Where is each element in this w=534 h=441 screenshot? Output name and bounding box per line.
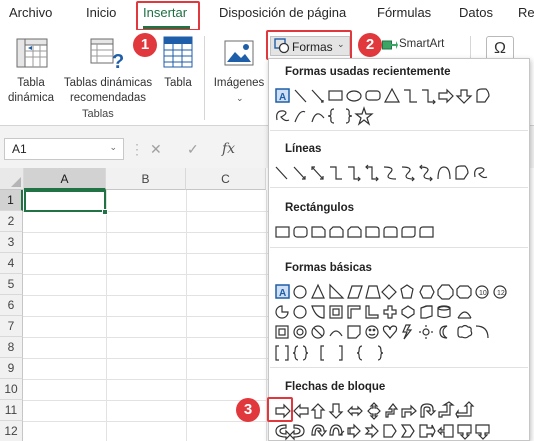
gridline [23,253,268,254]
row-header-5[interactable]: 5 [0,274,23,295]
active-cell-a1[interactable] [24,190,106,212]
section-divider [270,367,528,368]
fill-handle[interactable] [102,209,108,215]
row-header-4[interactable]: 4 [0,253,23,274]
gridline [23,232,268,233]
gridline [23,295,268,296]
row-header-10[interactable]: 10 [0,379,23,400]
tab-datos[interactable]: Datos [459,5,493,20]
svg-text:A: A [279,288,286,299]
row-header-1[interactable]: 1 [0,190,23,211]
recommended-label-line1: Tablas dinámicas [63,77,153,89]
recommended-label-line2: recomendadas [69,92,147,104]
name-box-value: A1 [12,142,27,156]
images-dropdown-icon: ⌄ [236,93,244,103]
basic-shapes-row-4[interactable] [272,343,528,363]
pivot-label-line2: dinámica [7,92,55,104]
recent-shapes-row-1[interactable]: A [272,86,528,106]
lines-row[interactable] [272,163,528,183]
select-all-icon [11,177,21,187]
select-all-corner[interactable] [0,168,24,190]
gridline [186,190,187,441]
pivot-label-line1: Tabla [17,77,45,89]
images-label: Imágenes [213,77,265,89]
smartart-label: SmartArt [399,38,445,50]
omega-icon: Ω [494,40,506,57]
smartart-icon [382,40,398,50]
pivot-table-icon [16,38,48,68]
section-title-rectangles: Rectángulos [285,202,355,214]
step-badge-1: 1 [133,33,157,57]
tab-disposicion[interactable]: Disposición de página [219,5,346,20]
section-title-basic: Formas básicas [285,262,372,274]
callout-box-insertar [136,1,200,31]
group-separator [204,36,205,120]
basic-shapes-row-1[interactable]: A 10 12 [272,282,528,302]
table-button[interactable]: Tabla [158,36,198,106]
table-label: Tabla [164,77,192,89]
section-title-recent: Formas usadas recientemente [285,66,451,78]
row-header-12[interactable]: 12 [0,421,23,441]
row-header-11[interactable]: 11 [0,400,23,421]
formula-bar-dots-icon: ⋮ [130,141,144,157]
section-divider [270,130,528,131]
section-divider [270,187,528,188]
svg-text:A: A [279,92,286,103]
basic-shapes-row-2[interactable] [272,302,528,322]
image-icon [224,40,254,66]
basic-shapes-row-3[interactable] [272,322,528,342]
block-arrows-row-2[interactable] [272,421,528,441]
section-title-lines: Líneas [285,143,322,155]
row-header-7[interactable]: 7 [0,316,23,337]
recommended-pivot-icon: ? [90,38,124,70]
column-header-b[interactable]: B [106,168,186,190]
row-header-6[interactable]: 6 [0,295,23,316]
row-header-9[interactable]: 9 [0,358,23,379]
svg-text:12: 12 [497,290,505,297]
gridline [23,337,268,338]
row-header-2[interactable]: 2 [0,211,23,232]
svg-text:10: 10 [479,290,487,297]
section-title-block-arrows: Flechas de bloque [285,381,386,393]
gridline [23,358,268,359]
step-badge-2: 2 [358,33,382,57]
gridline [23,316,268,317]
name-box-dropdown-icon[interactable]: ⌄ [109,142,117,153]
step-badge-3: 3 [236,398,260,422]
rectangles-row[interactable] [272,222,528,242]
smartart-button[interactable]: SmartArt [382,36,452,54]
gridline [23,400,268,401]
gridline [23,379,268,380]
insert-function-icon[interactable]: fx [222,141,235,157]
callout-box-formas [266,30,352,60]
gridline [23,421,268,422]
svg-text:?: ? [112,51,124,70]
pivot-table-button[interactable]: Tabla dinámica [6,36,56,106]
tab-archivo[interactable]: Archivo [9,5,52,20]
tab-inicio[interactable]: Inicio [86,5,116,20]
group-label-tablas: Tablas [82,108,114,120]
block-arrows-row-1[interactable] [272,401,528,421]
callout-box-right-arrow [267,397,293,422]
row-header-8[interactable]: 8 [0,337,23,358]
tab-revisar[interactable]: Rev [518,5,534,20]
images-button[interactable]: Imágenes ⌄ [212,36,266,106]
enter-icon[interactable]: ✓ [187,141,199,158]
table-icon [163,36,193,68]
section-divider [270,247,528,248]
column-header-c[interactable]: C [186,168,266,190]
gridline [106,190,107,441]
gridline [23,274,268,275]
recent-shapes-row-2[interactable] [272,106,528,126]
cancel-icon[interactable]: ✕ [150,141,162,158]
tab-formulas[interactable]: Fórmulas [377,5,431,20]
shapes-gallery-panel: Formas usadas recientemente A Líneas Rec… [267,58,530,441]
name-box[interactable]: A1 ⌄ [4,138,124,160]
row-header-3[interactable]: 3 [0,232,23,253]
ribbon-tabs: Archivo Inicio Insertar Disposición de p… [0,0,534,30]
column-header-a[interactable]: A [24,168,106,190]
